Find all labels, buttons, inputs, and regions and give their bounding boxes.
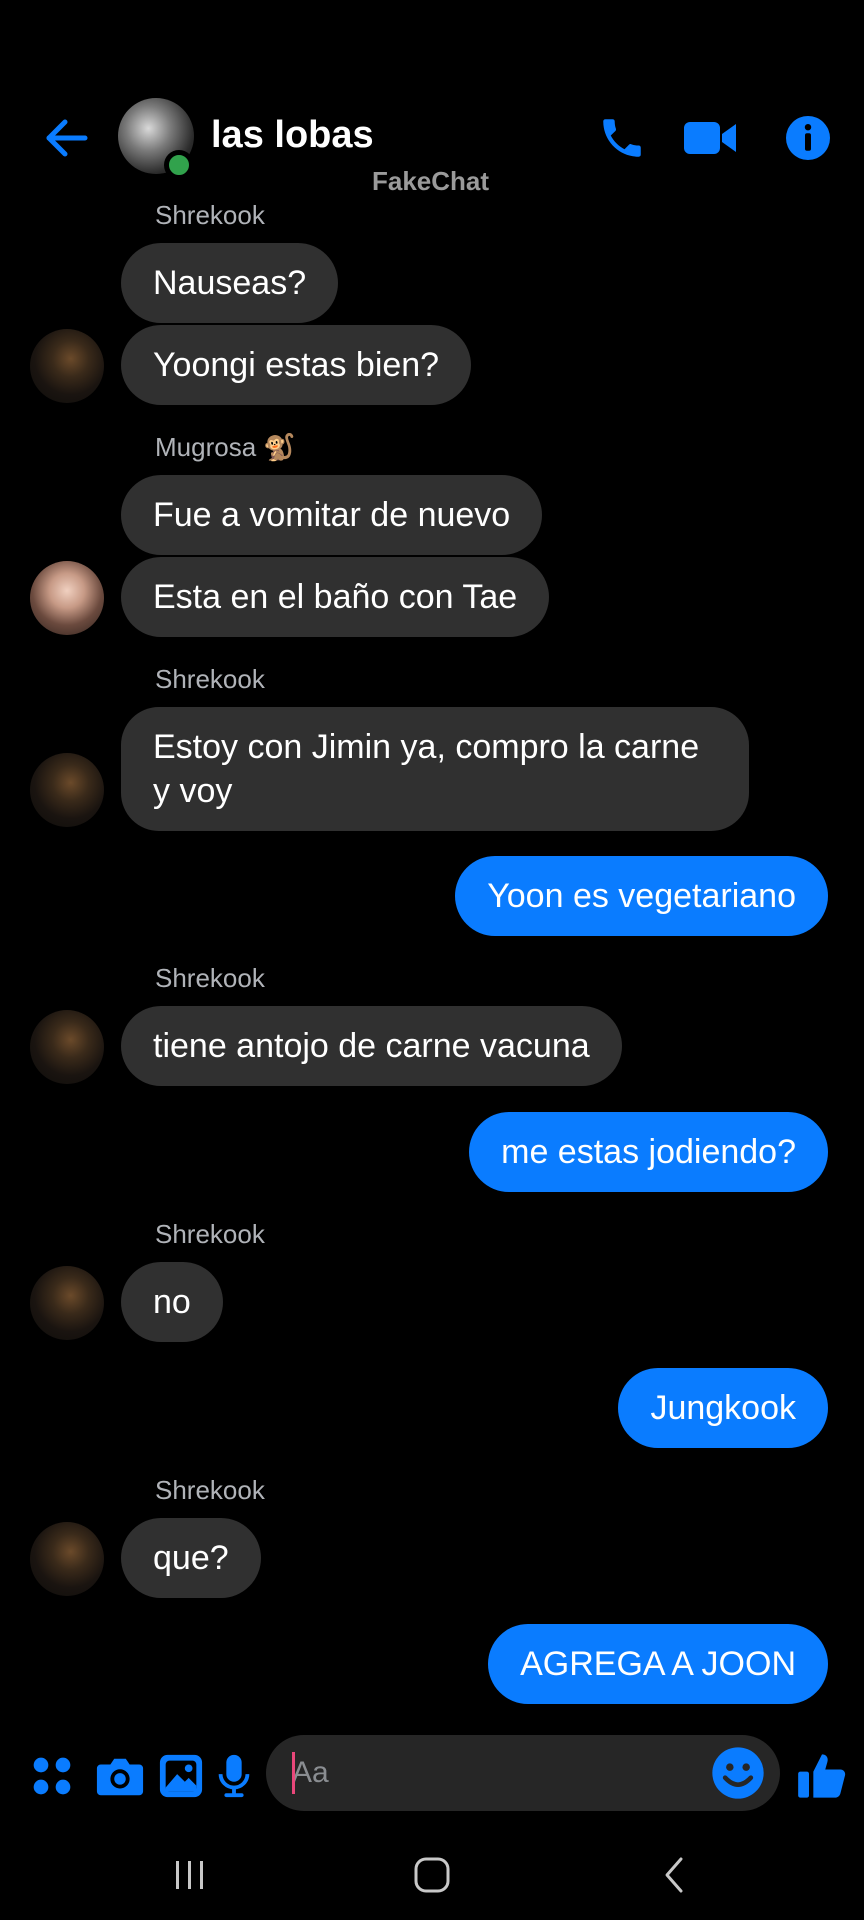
chevron-left-icon (665, 1857, 683, 1893)
sender-avatar[interactable] (30, 329, 104, 403)
sender-avatar[interactable] (30, 1522, 104, 1596)
text-caret (292, 1752, 295, 1794)
gallery-icon (159, 1754, 203, 1798)
incoming-message[interactable]: Yoongi estas bien? (121, 325, 472, 405)
sender-avatar[interactable] (30, 753, 104, 827)
message-composer (0, 1730, 864, 1820)
outgoing-message[interactable]: Jungkook (618, 1368, 828, 1448)
system-back-button[interactable] (644, 1850, 704, 1900)
sender-name: Shrekook (155, 1475, 265, 1505)
message-input[interactable] (292, 1753, 692, 1793)
message-input-container[interactable] (266, 1735, 780, 1811)
incoming-message[interactable]: Estoy con Jimin ya, compro la carne y vo… (121, 707, 749, 831)
home-button[interactable] (402, 1850, 462, 1900)
sender-name: Shrekook (155, 200, 265, 230)
camera-icon (96, 1758, 144, 1796)
emoji-icon (712, 1747, 764, 1799)
incoming-message[interactable]: tiene antojo de carne vacuna (121, 1006, 622, 1086)
microphone-icon (218, 1754, 250, 1798)
sender-name: Shrekook (155, 1219, 265, 1249)
sender-avatar[interactable] (30, 561, 104, 635)
recent-apps-button[interactable] (160, 1850, 220, 1900)
apps-grid-icon (33, 1757, 71, 1795)
outgoing-message[interactable]: Yoon es vegetariano (455, 856, 828, 936)
sender-name: Shrekook (155, 963, 265, 993)
outgoing-message[interactable]: me estas jodiendo? (469, 1112, 828, 1192)
incoming-message[interactable]: que? (121, 1518, 261, 1598)
gallery-button[interactable] (153, 1748, 209, 1804)
emoji-button[interactable] (710, 1745, 766, 1801)
thumbs-up-icon (798, 1754, 846, 1798)
outgoing-message[interactable]: AGREGA A JOON (488, 1624, 828, 1704)
like-button[interactable] (794, 1748, 850, 1804)
message-list[interactable]: Shrekook Nauseas? Yoongi estas bien? Mug… (0, 0, 864, 1720)
system-navigation-bar (0, 1820, 864, 1920)
camera-button[interactable] (92, 1748, 148, 1804)
apps-button[interactable] (24, 1748, 80, 1804)
incoming-message[interactable]: Esta en el baño con Tae (121, 557, 550, 637)
sender-name: Mugrosa 🐒 (155, 432, 296, 462)
incoming-message[interactable]: Fue a vomitar de nuevo (121, 475, 543, 555)
incoming-message[interactable]: no (121, 1262, 223, 1342)
sender-avatar[interactable] (30, 1266, 104, 1340)
incoming-message[interactable]: Nauseas? (121, 243, 339, 323)
recent-apps-icon (176, 1861, 203, 1889)
sender-name: Shrekook (155, 664, 265, 694)
voice-message-button[interactable] (206, 1748, 262, 1804)
home-icon (414, 1857, 450, 1893)
sender-avatar[interactable] (30, 1010, 104, 1084)
